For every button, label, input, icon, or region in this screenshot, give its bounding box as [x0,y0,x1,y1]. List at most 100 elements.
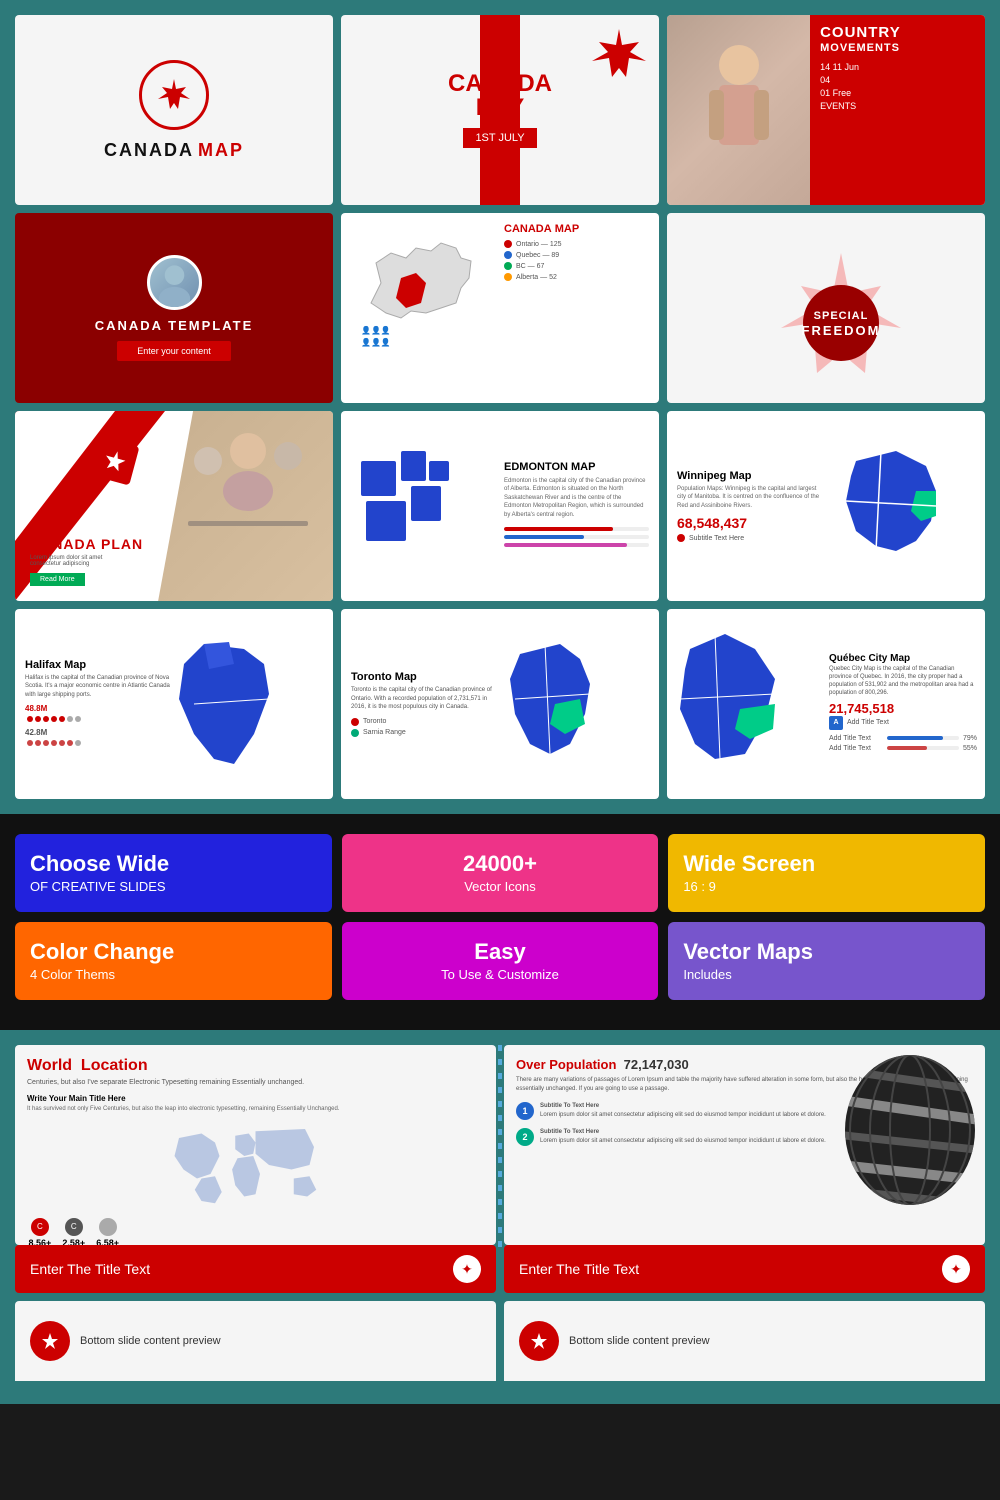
footer-right-text: Enter The Title Text [519,1261,639,1277]
world-stats-row: C 8.56+ DeterminedTrafficClientsPeople C… [27,1218,484,1246]
slide-thumb-canada-map[interactable]: CANADA MAP [15,15,333,205]
svg-text:👤👤👤: 👤👤👤 [361,325,391,335]
bottom-slide-left-content: Bottom slide content preview [15,1301,496,1381]
edmonton-map-svg [351,441,471,571]
over-population-preview[interactable]: Over Population 72,147,030 There are man… [504,1045,985,1245]
slide-thumb-freedom[interactable]: SPECIAL FREEDOM [667,213,985,403]
quebec-progress-bars: Add Title Text 79% Add Title Text 55% [829,735,977,752]
halifax-map-svg [174,634,294,774]
vector-maps-sub: Includes [683,967,970,982]
canada-outline-svg: 👤👤👤 👤👤👤 [351,223,491,353]
feature-card-vector-icons: 24000+ Vector Icons [342,834,659,912]
world-desc: Centuries, but also I've separate Electr… [27,1078,484,1088]
footer-bar-right: Enter The Title Text ✦ [504,1245,985,1293]
slide-thumb-country-movements[interactable]: COUNTRY MOVEMENTS 14 11 Jun 04 01 Free E… [667,15,985,205]
slide-thumb-canada-plan[interactable]: CANADA PLAN Lorem ipsum dolor sit amet c… [15,411,333,601]
quebec-map-svg [675,629,785,779]
svg-text:FREEDOM: FREEDOM [802,323,881,338]
canada-day-text: CANADA DAY [448,72,552,120]
bottom-partial-row: Bottom slide content preview Bottom slid… [15,1301,985,1381]
maple-logo [139,60,209,130]
bottom-slide-right-content: Bottom slide content preview [504,1301,985,1381]
slide-thumb-edmonton[interactable]: EDMONTON MAP Edmonton is the capital cit… [341,411,659,601]
bottom-circle-icon [30,1321,70,1361]
freedom-maple: SPECIAL FREEDOM [761,243,891,373]
halifax-info: Halifax Map Halifax is the capital of th… [25,659,174,749]
edmonton-map-area [351,441,496,571]
slide1-accent: MAP [198,140,244,161]
country-movements-title: COUNTRY MOVEMENTS [820,25,975,54]
slide1-title: CANADA [104,140,194,161]
plan-photo [158,411,333,601]
globe-graphic [840,1050,980,1210]
halifax-map-area [174,634,323,774]
world-map-svg [27,1120,484,1210]
slide-thumb-canada-template[interactable]: CANADA TEMPLATE Enter your content [15,213,333,403]
footer-bar-left: Enter The Title Text ✦ [15,1245,496,1293]
person-icons-red [25,715,85,725]
slides-row-2: CANADA TEMPLATE Enter your content 👤👤👤 👤… [15,213,985,403]
bottom-slide-left[interactable]: Bottom slide content preview [15,1301,496,1381]
toronto-map-svg [500,634,620,774]
world-stat-1: C 8.56+ DeterminedTrafficClientsPeople [27,1218,53,1246]
feature-card-vector-maps: Vector Maps Includes [668,922,985,1000]
plan-people-svg [158,411,333,601]
wide-screen-main: Wide Screen [683,852,970,876]
svg-text:👤👤👤: 👤👤👤 [361,337,391,347]
person-photo [667,15,810,205]
canada-map-info-right: CANADA MAP Ontario — 125 Quebec — 89 BC … [496,223,649,393]
country-stats: 14 11 Jun 04 01 Free EVENTS [820,62,975,111]
data-rows: Ontario — 125 Quebec — 89 BC — 67 Albert… [504,240,649,281]
slide-thumb-toronto[interactable]: Toronto Map Toronto is the capital city … [341,609,659,799]
person-icons-gray [25,739,85,749]
bottom-circle-icon-right [519,1321,559,1361]
slide-thumb-quebec[interactable]: Québec City Map Quebec City Map is the c… [667,609,985,799]
choose-wide-sub: OF CREATIVE SLIDES [30,879,317,894]
easy-sub: To Use & Customize [357,967,644,982]
slides-row-3: CANADA PLAN Lorem ipsum dolor sit amet c… [15,411,985,601]
easy-main: Easy [357,940,644,964]
color-change-main: Color Change [30,940,317,964]
enter-content-btn: Enter your content [117,341,231,361]
feature-card-wide-screen: Wide Screen 16 : 9 [668,834,985,912]
footer-logo-left: ✦ [453,1255,481,1283]
features-section: Choose Wide OF CREATIVE SLIDES 24000+ Ve… [0,814,1000,1030]
features-row-1: Choose Wide OF CREATIVE SLIDES 24000+ Ve… [15,834,985,912]
edmonton-progress-bars [504,527,649,547]
photo-placeholder [667,15,810,205]
toronto-info: Toronto Map Toronto is the capital city … [351,671,500,736]
bottom-slide-left-label: Bottom slide content preview [80,1335,221,1347]
winnipeg-map-area [826,431,975,581]
world-map-container [27,1120,484,1210]
world-location-slide: World Location Centuries, but also I've … [15,1045,496,1245]
slide-thumb-canada-day[interactable]: CANADA DAY 1ST JULY [341,15,659,205]
feature-card-choose-wide: Choose Wide OF CREATIVE SLIDES [15,834,332,912]
template-person [150,257,199,307]
wide-screen-sub: 16 : 9 [683,879,970,894]
world-stat-3: 6.58+ DeterminedSupplyPeoplePeople [95,1218,121,1246]
population-slide: Over Population 72,147,030 There are man… [504,1045,985,1245]
canada-map-left: 👤👤👤 👤👤👤 [351,223,496,393]
feature-card-easy: Easy To Use & Customize [342,922,659,1000]
world-subdesc: It has survived not only Five Centuries,… [27,1105,484,1113]
bottom-slide-right[interactable]: Bottom slide content preview [504,1301,985,1381]
feature-card-color-change: Color Change 4 Color Thems [15,922,332,1000]
world-location-preview[interactable]: World Location Centuries, but also I've … [15,1045,496,1245]
slide-thumb-halifax[interactable]: Halifax Map Halifax is the capital of th… [15,609,333,799]
footer-logo-icon: ✦ [461,1261,473,1278]
slide-thumb-winnipeg[interactable]: Winnipeg Map Population Maps: Winnipeg i… [667,411,985,601]
winnipeg-map-svg [826,431,956,581]
person-silhouette-svg [699,40,779,180]
slides-row-4: Halifax Map Halifax is the capital of th… [15,609,985,799]
template-title: CANADA TEMPLATE [95,318,254,333]
globe-svg [840,1050,980,1210]
dotted-line [498,1045,502,1255]
svg-text:SPECIAL: SPECIAL [814,310,869,322]
edmonton-info: EDMONTON MAP Edmonton is the capital cit… [496,461,649,551]
country-movements-content: COUNTRY MOVEMENTS 14 11 Jun 04 01 Free E… [810,15,985,205]
slides-section: CANADA MAP CANADA DAY 1ST JULY [0,0,1000,814]
date-badge: 1ST JULY [463,128,536,148]
footer-logo-icon-right: ✦ [950,1261,962,1278]
slide-thumb-canada-map-info[interactable]: 👤👤👤 👤👤👤 CANADA MAP Ontario — 125 Quebec … [341,213,659,403]
toronto-map-area [500,634,649,774]
